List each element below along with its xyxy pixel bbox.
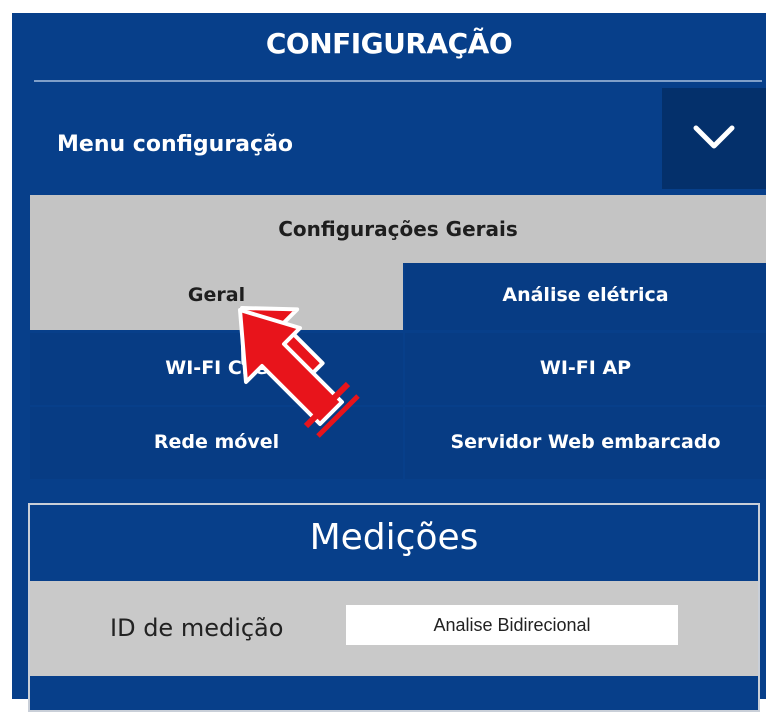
tab-wifi-ap[interactable]: WI-FI AP — [405, 333, 766, 405]
measurement-id-label: ID de medição — [110, 614, 284, 642]
measurements-body: ID de medição Analise Bidirecional — [30, 581, 758, 676]
tab-label: Servidor Web embarcado — [450, 431, 721, 453]
chevron-down-icon — [693, 125, 735, 149]
menu-label: Menu configuração — [57, 132, 294, 157]
page-title: CONFIGURAÇÃO — [265, 27, 513, 60]
tab-label: WI-FI AP — [539, 357, 632, 379]
tab-analise-eletrica[interactable]: Análise elétrica — [405, 263, 766, 330]
annotation-arrow-icon — [238, 306, 360, 438]
tab-label: Análise elétrica — [502, 284, 669, 306]
menu-toggle-button[interactable] — [662, 88, 766, 189]
measurement-id-value: Analise Bidirecional — [433, 615, 591, 635]
section-header: Configurações Gerais — [30, 195, 766, 263]
title-divider — [34, 80, 762, 82]
tab-servidor-web[interactable]: Servidor Web embarcado — [405, 407, 766, 479]
measurements-section: Medições ID de medição Analise Bidirecio… — [28, 503, 760, 712]
measurements-title: Medições — [309, 517, 479, 558]
section-title: Configurações Gerais — [278, 217, 518, 241]
measurement-id-field[interactable]: Analise Bidirecional — [346, 605, 678, 645]
